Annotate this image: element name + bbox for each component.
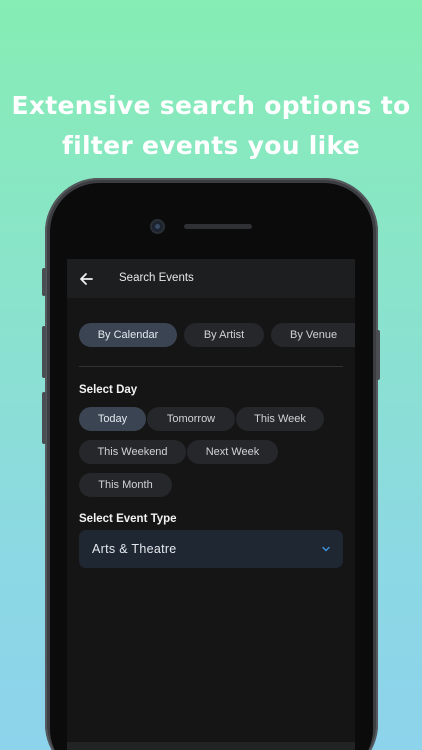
promo-headline-line-2: filter events you like [61,131,361,160]
bottom-bar [67,742,355,750]
front-camera-icon [152,221,163,232]
day-option-this-week[interactable]: This Week [236,407,324,431]
arrow-left-icon[interactable] [78,271,94,287]
promo-headline: Extensive search options to filter event… [0,86,422,166]
day-option-today[interactable]: Today [79,407,146,431]
day-option-next-week[interactable]: Next Week [187,440,278,464]
event-type-dropdown[interactable]: Arts & Theatre [79,530,343,568]
app-screen: Search Events By Calendar By Artist By V… [67,259,355,750]
phone-mute-switch [42,268,46,296]
page-title: Search Events [119,272,194,284]
select-day-label: Select Day [79,384,138,396]
tab-by-venue[interactable]: By Venue [271,323,355,347]
promo-headline-line-1: Extensive search options to [11,91,411,120]
tab-by-artist[interactable]: By Artist [184,323,264,347]
chevron-down-icon [322,546,330,552]
tab-by-calendar[interactable]: By Calendar [79,323,177,347]
event-type-value: Arts & Theatre [92,542,177,556]
day-option-this-weekend[interactable]: This Weekend [79,440,186,464]
day-option-this-month[interactable]: This Month [79,473,172,497]
select-event-type-label: Select Event Type [79,513,177,525]
day-option-tomorrow[interactable]: Tomorrow [147,407,235,431]
phone-power-button [376,330,380,380]
app-bar: Search Events [67,259,355,298]
phone-speaker [184,224,252,229]
section-divider [79,366,343,367]
phone-volume-down-button [42,392,46,444]
phone-volume-up-button [42,326,46,378]
